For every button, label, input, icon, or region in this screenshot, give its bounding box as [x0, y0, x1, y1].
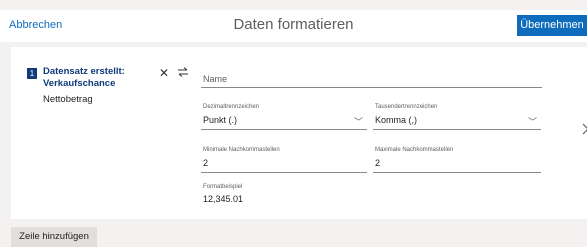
thousands-separator-value: Komma (,)	[375, 115, 418, 125]
step-title: Datensatz erstellt: Verkaufschance	[43, 66, 125, 89]
format-example-label: Formatbeispiel	[203, 184, 243, 190]
add-row-button[interactable]: Zeile hinzufügen	[11, 227, 97, 247]
name-placeholder: Name	[203, 74, 228, 84]
swap-arrows-icon[interactable]	[177, 67, 189, 77]
thousands-separator-select[interactable]: Komma (,) ﹀	[373, 114, 541, 130]
max-decimals-input[interactable]: 2	[373, 157, 541, 173]
decimal-separator-select[interactable]: Punkt (.) ﹀	[201, 114, 367, 130]
name-field[interactable]: Name	[201, 73, 542, 88]
min-decimals-value: 2	[203, 158, 209, 168]
decimal-separator-value: Punkt (.)	[203, 115, 238, 125]
thousands-separator-label: Tausendertrennzeichen	[375, 104, 438, 110]
min-decimals-input[interactable]: 2	[201, 157, 367, 173]
step-number-badge: 1	[27, 68, 37, 79]
format-example-value: 12,345.01	[203, 194, 244, 204]
min-decimals-label: Minimale Nachkommastellen	[203, 147, 280, 153]
remove-step-icon[interactable]: ✕	[159, 66, 169, 80]
chevron-down-icon: ﹀	[527, 117, 537, 127]
chevron-down-icon: ﹀	[353, 117, 363, 127]
page-title: Daten formatieren	[233, 16, 354, 33]
max-decimals-value: 2	[375, 158, 381, 168]
apply-button[interactable]: Übernehmen	[517, 15, 587, 36]
header-bar: Abbrechen Daten formatieren Übernehmen	[0, 10, 587, 42]
format-card: 1 Datensatz erstellt: Verkaufschance Net…	[11, 47, 587, 219]
max-decimals-label: Maximale Nachkommastellen	[375, 147, 454, 153]
close-icon[interactable]	[582, 123, 587, 135]
decimal-separator-label: Dezimaltrennzeichen	[203, 104, 260, 110]
step-subtitle: Nettobetrag	[43, 94, 93, 105]
